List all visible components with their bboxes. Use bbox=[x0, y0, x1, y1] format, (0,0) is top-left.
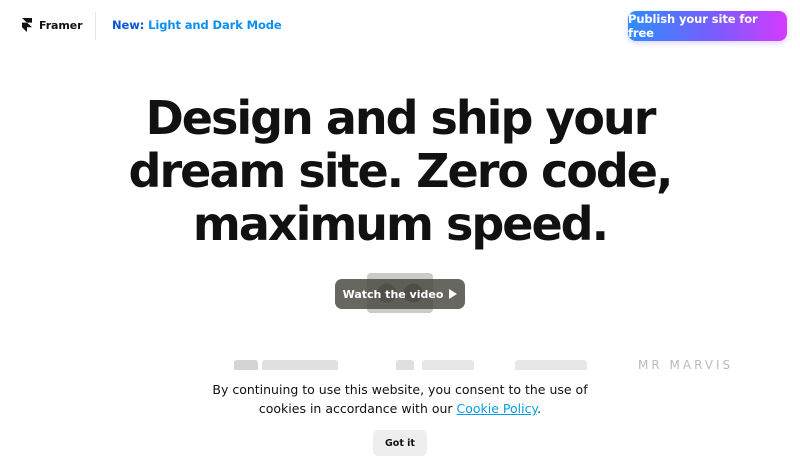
watch-video-button[interactable]: Watch the video bbox=[335, 279, 465, 309]
watch-video-label: Watch the video bbox=[342, 287, 444, 301]
cookie-policy-link[interactable]: Cookie Policy bbox=[457, 401, 538, 416]
site-header: Framer New: Light and Dark Mode Publish … bbox=[0, 0, 800, 52]
hero-title-line-2: dream site. Zero code, bbox=[128, 144, 674, 198]
hero-title: Design and ship your dream site. Zero co… bbox=[100, 92, 700, 251]
publish-site-button[interactable]: Publish your site for free bbox=[628, 11, 787, 41]
brand[interactable]: Framer bbox=[22, 18, 83, 32]
hero-title-line-1: Design and ship your bbox=[145, 91, 657, 145]
cookie-message: By continuing to use this website, you c… bbox=[200, 380, 600, 418]
cookie-banner: By continuing to use this website, you c… bbox=[0, 370, 800, 470]
announcement-prefix: New: bbox=[112, 18, 145, 32]
video-preview: Watch the video bbox=[335, 273, 465, 313]
framer-logo-icon bbox=[22, 18, 32, 32]
play-icon bbox=[449, 289, 458, 299]
cookie-message-end: . bbox=[537, 401, 542, 416]
brand-name: Framer bbox=[39, 18, 83, 32]
announcement-link[interactable]: New: Light and Dark Mode bbox=[112, 18, 282, 32]
header-divider bbox=[95, 12, 96, 40]
hero-title-line-3: maximum speed. bbox=[192, 197, 609, 251]
announcement-text: Light and Dark Mode bbox=[148, 18, 282, 32]
got-it-button[interactable]: Got it bbox=[373, 430, 427, 456]
